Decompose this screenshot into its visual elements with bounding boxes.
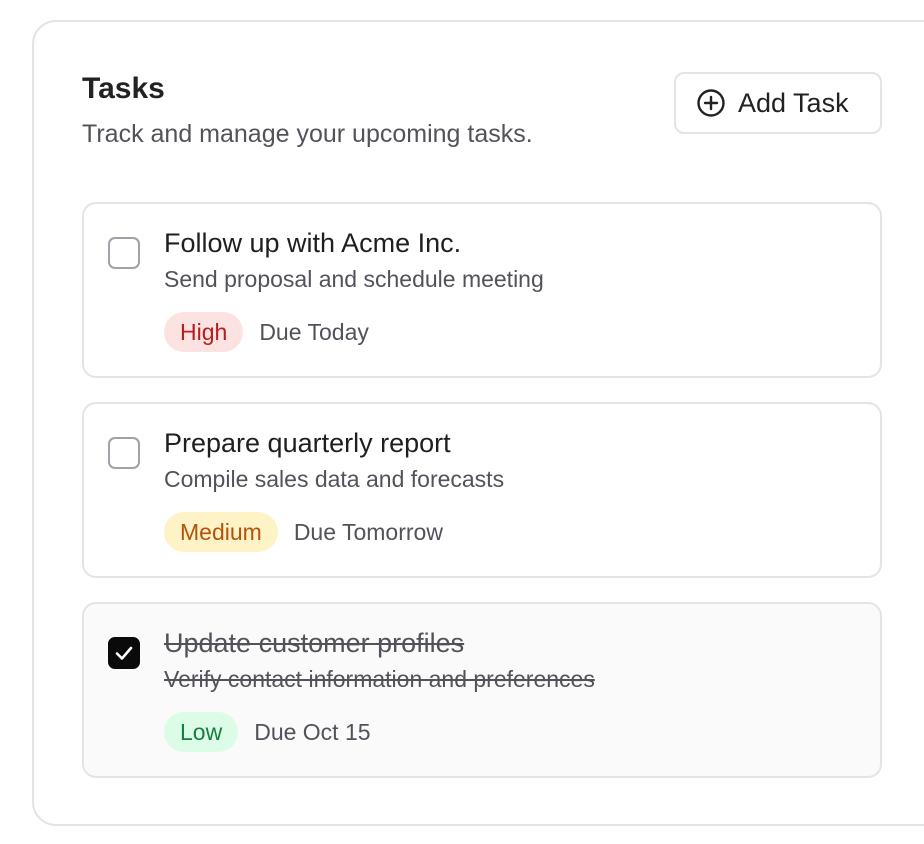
task-item: Prepare quarterly report Compile sales d… [82, 402, 882, 578]
priority-badge: High [164, 312, 244, 352]
priority-badge: Low [164, 712, 239, 752]
page-subtitle: Track and manage your upcoming tasks. [82, 120, 533, 148]
due-date: Due Oct 15 [254, 718, 371, 745]
due-date: Due Today [259, 318, 369, 345]
checkmark-icon [110, 639, 138, 667]
task-list: Follow up with Acme Inc. Send proposal a… [82, 202, 882, 802]
due-date: Due Tomorrow [293, 518, 443, 545]
task-title: Prepare quarterly report [164, 428, 451, 458]
task-checkbox[interactable] [108, 237, 140, 269]
task-description: Verify contact information and preferenc… [164, 666, 595, 692]
task-meta: Medium Due Tomorrow [164, 512, 443, 552]
add-task-button[interactable]: Add Task [674, 72, 882, 134]
task-title: Update customer profiles [164, 628, 465, 658]
task-title: Follow up with Acme Inc. [164, 228, 462, 258]
task-checkbox[interactable] [108, 437, 140, 469]
task-checkbox[interactable] [108, 637, 140, 669]
page-title: Tasks [82, 72, 165, 105]
task-item: Follow up with Acme Inc. Send proposal a… [82, 202, 882, 378]
plus-circle-icon [696, 88, 726, 118]
tasks-card: Tasks Track and manage your upcoming tas… [32, 20, 924, 826]
task-description: Send proposal and schedule meeting [164, 266, 544, 292]
task-meta: High Due Today [164, 312, 369, 352]
add-task-label: Add Task [738, 87, 849, 118]
priority-badge: Medium [164, 512, 278, 552]
task-meta: Low Due Oct 15 [164, 712, 371, 752]
task-description: Compile sales data and forecasts [164, 466, 505, 492]
task-item: Update customer profiles Verify contact … [82, 602, 882, 778]
